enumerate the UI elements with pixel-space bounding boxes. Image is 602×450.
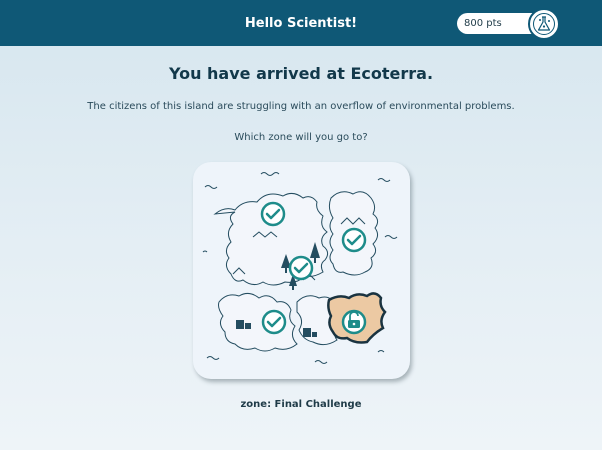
science-flask-icon xyxy=(533,13,555,35)
profile-avatar[interactable] xyxy=(528,8,560,40)
page-subtitle: The citizens of this island are struggli… xyxy=(87,101,515,112)
greeting-text: Hello Scientist! xyxy=(244,15,358,31)
zone-marker-east[interactable] xyxy=(341,227,367,253)
page-title: You have arrived at Ecoterra. xyxy=(168,64,434,83)
zone-marker-forest[interactable] xyxy=(288,255,314,281)
zone-question: Which zone will you go to? xyxy=(234,132,368,143)
zone-marker-north-west[interactable] xyxy=(260,201,286,227)
zone-marker-south-west[interactable] xyxy=(261,309,287,335)
zone-marker-final-challenge[interactable] xyxy=(341,309,367,335)
island-map xyxy=(193,162,410,379)
selected-zone-label: zone: Final Challenge xyxy=(240,399,362,410)
